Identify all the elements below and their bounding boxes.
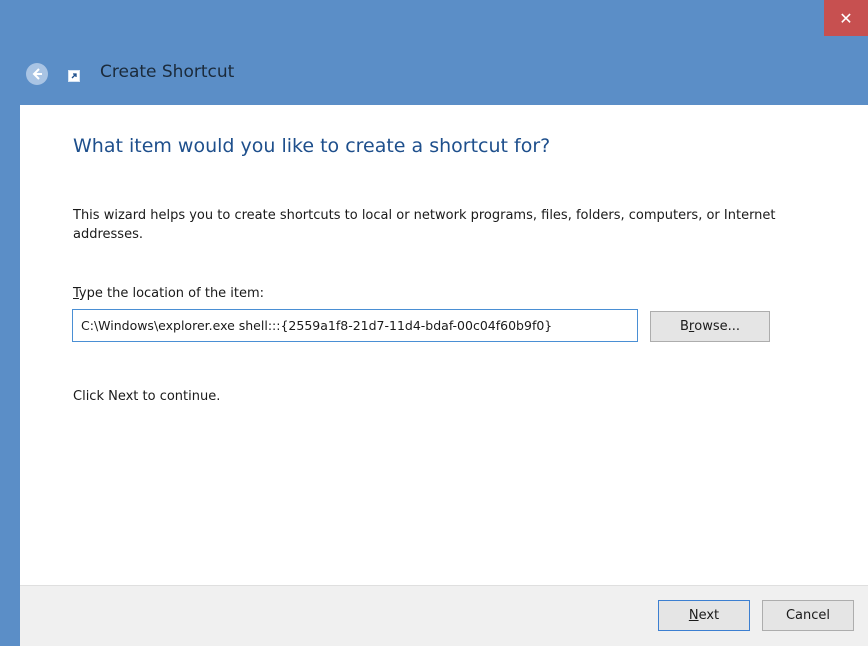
window-title: Create Shortcut — [100, 62, 235, 82]
page-heading: What item would you like to create a sho… — [73, 135, 551, 157]
back-button[interactable] — [26, 63, 48, 85]
close-icon: ✕ — [839, 8, 853, 28]
wizard-footer: Next Cancel — [20, 585, 868, 646]
wizard-description: This wizard helps you to create shortcut… — [73, 208, 776, 242]
create-shortcut-window: ✕ Create Shortcut What item would you li… — [0, 0, 868, 646]
location-label-text: ype the location of the item: — [78, 286, 265, 301]
next-accelerator: N — [688, 608, 699, 623]
continue-instruction: Click Next to continue. — [73, 389, 221, 404]
title-bar: Create Shortcut — [0, 36, 868, 104]
browse-button[interactable]: Br owse... — [650, 311, 770, 342]
cancel-button[interactable]: Cancel — [762, 600, 854, 631]
wizard-content: What item would you like to create a sho… — [20, 105, 868, 646]
shortcut-icon — [68, 70, 80, 82]
location-label: Type the location of the item: — [73, 286, 264, 301]
next-button[interactable]: Next — [658, 600, 750, 631]
back-arrow-icon — [32, 68, 42, 80]
close-button[interactable]: ✕ — [824, 0, 868, 36]
location-input[interactable] — [72, 309, 638, 342]
